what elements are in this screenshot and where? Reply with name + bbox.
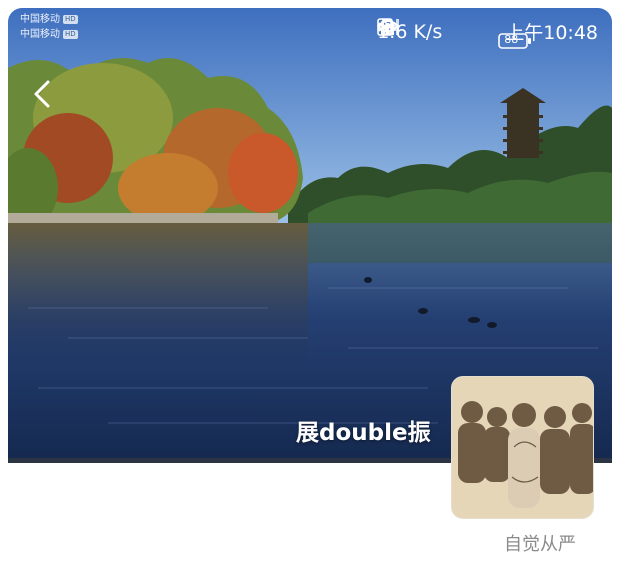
profile-screen: 中国移动 HD 中国移动 HD 1.6 K/s 88 上午10:48 展doub… <box>8 8 612 568</box>
avatar-image <box>452 377 593 518</box>
carrier-2-name: 中国移动 <box>20 29 60 40</box>
carrier-info: 中国移动 HD 中国移动 HD <box>20 12 78 42</box>
carrier-1: 中国移动 HD <box>20 12 78 27</box>
avatar-caption: 自觉从严 <box>504 534 576 555</box>
avatar[interactable] <box>451 376 594 519</box>
hd-badge: HD <box>63 30 78 39</box>
carrier-2: 中国移动 HD <box>20 27 78 42</box>
back-button[interactable] <box>26 76 62 112</box>
status-icons: 1.6 K/s 88 上午10:48 <box>377 18 598 49</box>
chevron-left-icon <box>34 80 50 108</box>
hd-badge: HD <box>63 15 78 24</box>
status-bar: 中国移动 HD 中国移动 HD 1.6 K/s 88 上午10:48 <box>8 8 612 52</box>
battery-level: 88 <box>504 32 519 46</box>
carrier-1-name: 中国移动 <box>20 14 60 25</box>
author-name: 展double振 <box>296 420 431 446</box>
